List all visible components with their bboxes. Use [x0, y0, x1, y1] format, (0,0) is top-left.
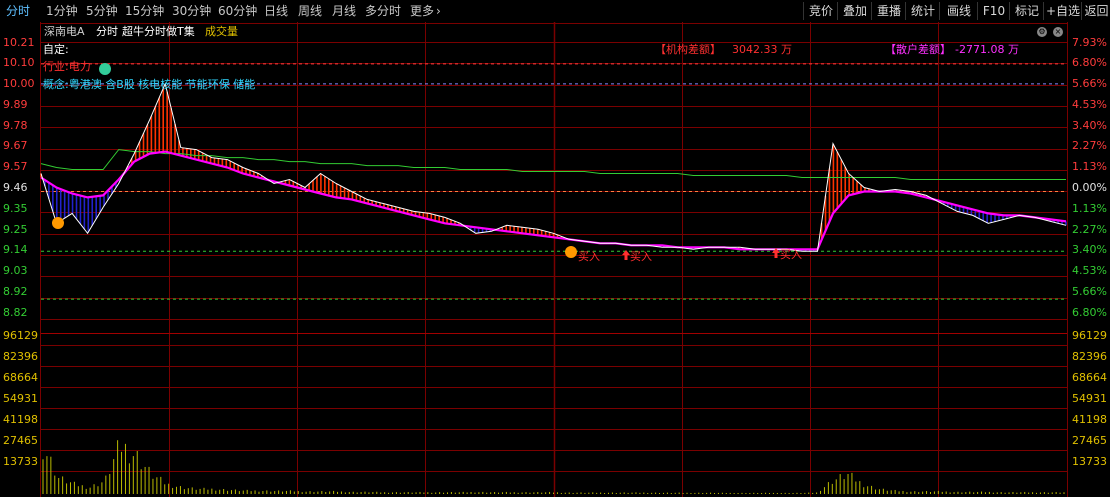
- price-tick: 8.92: [3, 285, 28, 298]
- price-tick: 10.00: [3, 77, 35, 90]
- replay-button[interactable]: 重播: [871, 2, 906, 20]
- buy-signal-label: 买入: [630, 250, 652, 263]
- tab-monthly[interactable]: 月线: [332, 3, 356, 19]
- stock-name: 深南电A: [44, 25, 85, 38]
- price-tick: 9.89: [3, 98, 28, 111]
- concept-label: 概念:粤港澳 含B股 核电核能 节能环保 储能: [43, 78, 256, 91]
- price-tick: 9.35: [3, 202, 28, 215]
- price-tick: 10.10: [3, 56, 35, 69]
- volume-tick: 82396: [3, 350, 38, 363]
- volume-tick: 41198: [1072, 413, 1107, 426]
- overlay-button[interactable]: 叠加: [837, 2, 872, 20]
- volume-tick: 82396: [1072, 350, 1107, 363]
- back-button[interactable]: 返回: [1081, 2, 1110, 20]
- tab-5min[interactable]: 5分钟: [86, 3, 118, 19]
- price-tick: 9.46: [3, 181, 28, 194]
- percent-tick: 1.13%: [1072, 202, 1107, 215]
- percent-tick: 4.53%: [1072, 264, 1107, 277]
- auction-button[interactable]: 竞价: [803, 2, 838, 20]
- volume-tick: 13733: [3, 455, 38, 468]
- volume-tick: 96129: [3, 329, 38, 342]
- tab-daily[interactable]: 日线: [264, 3, 288, 19]
- settings-icon[interactable]: ⚙: [1037, 27, 1047, 37]
- draw-line-button[interactable]: 画线: [939, 2, 978, 20]
- volume-tick: 41198: [3, 413, 38, 426]
- percent-tick: 0.00%: [1072, 181, 1107, 194]
- tab-multi-minute[interactable]: 多分时: [365, 3, 401, 19]
- price-tick: 9.57: [3, 160, 28, 173]
- volume-tick: 68664: [1072, 371, 1107, 384]
- retail-diff-label: 【散户差额】: [885, 43, 951, 56]
- percent-tick: 5.66%: [1072, 285, 1107, 298]
- indicator-name: 超牛分时做T集: [122, 25, 195, 38]
- signal-circle-icon: [565, 246, 577, 258]
- tab-30min[interactable]: 30分钟: [172, 3, 211, 19]
- f10-button[interactable]: F10: [977, 2, 1010, 20]
- tab-15min[interactable]: 15分钟: [125, 3, 164, 19]
- volume-tick: 13733: [1072, 455, 1107, 468]
- volume-tick: 27465: [3, 434, 38, 447]
- tab-minute[interactable]: 分时: [6, 3, 30, 19]
- price-tick: 9.67: [3, 139, 28, 152]
- percent-tick: 1.13%: [1072, 160, 1107, 173]
- buy-signal-label: 买入: [780, 248, 802, 261]
- institution-diff-label: 【机构差额】: [655, 43, 721, 56]
- buy-signal-label: 买入: [578, 250, 600, 263]
- period-toolbar: 分时 1分钟 5分钟 15分钟 30分钟 60分钟 日线 周线 月线 多分时 更…: [0, 0, 1110, 23]
- percent-tick: 3.40%: [1072, 119, 1107, 132]
- price-tick: 9.25: [3, 223, 28, 236]
- signal-circle-icon: [99, 63, 111, 75]
- percent-tick: 4.53%: [1072, 98, 1107, 111]
- retail-diff-value: -2771.08 万: [955, 43, 1019, 56]
- statistics-button[interactable]: 统计: [905, 2, 940, 20]
- close-icon[interactable]: ×: [1053, 27, 1063, 37]
- percent-tick: 7.93%: [1072, 36, 1107, 49]
- price-tick: 9.14: [3, 243, 28, 256]
- intraday-chart[interactable]: [0, 22, 1110, 497]
- percent-tick: 2.27%: [1072, 139, 1107, 152]
- price-tick: 10.21: [3, 36, 35, 49]
- percent-tick: 6.80%: [1072, 306, 1107, 319]
- chevron-right-icon[interactable]: ›: [436, 3, 441, 19]
- volume-tick: 27465: [1072, 434, 1107, 447]
- percent-tick: 3.40%: [1072, 243, 1107, 256]
- volume-tick: 54931: [3, 392, 38, 405]
- mark-button[interactable]: 标记: [1009, 2, 1044, 20]
- volume-tick: 96129: [1072, 329, 1107, 342]
- signal-circle-icon: [52, 217, 64, 229]
- add-watchlist-button[interactable]: +自选: [1043, 2, 1082, 20]
- industry-label: 行业:电力: [43, 60, 91, 73]
- volume-tick: 54931: [1072, 392, 1107, 405]
- tab-60min[interactable]: 60分钟: [218, 3, 257, 19]
- price-tick: 9.03: [3, 264, 28, 277]
- price-tick: 9.78: [3, 119, 28, 132]
- volume-label: 成交量: [205, 25, 238, 38]
- institution-diff-value: 3042.33 万: [732, 43, 792, 56]
- price-tick: 8.82: [3, 306, 28, 319]
- percent-tick: 5.66%: [1072, 77, 1107, 90]
- tab-1min[interactable]: 1分钟: [46, 3, 78, 19]
- tab-more[interactable]: 更多: [410, 3, 434, 19]
- custom-label: 自定:: [43, 43, 69, 56]
- volume-tick: 68664: [3, 371, 38, 384]
- chart-mode: 分时: [96, 25, 118, 38]
- tab-weekly[interactable]: 周线: [298, 3, 322, 19]
- percent-tick: 2.27%: [1072, 223, 1107, 236]
- percent-tick: 6.80%: [1072, 56, 1107, 69]
